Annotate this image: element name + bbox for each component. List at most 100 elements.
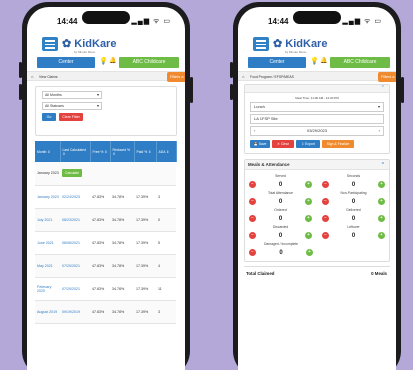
minus-icon[interactable]: − bbox=[249, 198, 256, 205]
breadcrumb: ⌂ View Claims Filters a bbox=[27, 71, 185, 82]
sign-finalize-button[interactable]: Sign & Finalize bbox=[322, 140, 354, 148]
minus-icon[interactable]: − bbox=[249, 215, 256, 222]
cell-month[interactable]: August 2019 bbox=[35, 300, 60, 324]
minus-icon[interactable]: − bbox=[249, 249, 256, 256]
plus-icon[interactable]: + bbox=[305, 181, 312, 188]
center-button[interactable]: Center bbox=[248, 57, 306, 68]
chevron-left-icon[interactable]: ‹ bbox=[254, 127, 255, 135]
cell-free: 47.83% bbox=[90, 277, 110, 301]
table-row: January 2023 02/24/2023 47.83% 34.78% 17… bbox=[35, 185, 176, 209]
status-select[interactable]: All Statuses ▾ bbox=[42, 102, 102, 110]
table-row: August 2019 09/19/2019 47.83% 34.78% 17.… bbox=[35, 300, 176, 324]
save-button[interactable]: 💾 Save bbox=[250, 140, 270, 148]
column-header[interactable]: ADA ⇕ bbox=[156, 141, 177, 162]
column-header[interactable]: Paid % ⇕ bbox=[134, 141, 157, 162]
site-button[interactable]: ABC Childcare bbox=[119, 57, 179, 68]
table-row: February 2020 07/20/2021 47.83% 34.78% 1… bbox=[35, 277, 176, 301]
cell-calculated[interactable]: 08/06/2021 bbox=[60, 231, 90, 255]
cell-paid: 17.39% bbox=[134, 208, 156, 232]
stat-seconds: Seconds −0 + bbox=[322, 174, 385, 189]
power-button bbox=[401, 77, 404, 103]
total-claimed-row: Total Claimed 0 Meals bbox=[244, 266, 390, 278]
month-select[interactable]: All Months ▾ bbox=[42, 91, 102, 99]
minus-icon[interactable]: − bbox=[322, 198, 329, 205]
cell-month[interactable]: July 2021 bbox=[35, 208, 60, 232]
cell-calculated[interactable]: 09/19/2019 bbox=[60, 300, 90, 324]
minus-icon[interactable]: − bbox=[322, 215, 329, 222]
cell-reduced: 34.78% bbox=[110, 208, 134, 232]
stat-served: Served −0 + bbox=[249, 174, 312, 189]
column-header[interactable]: Reduced % ⇕ bbox=[110, 141, 135, 162]
minus-icon[interactable]: − bbox=[249, 181, 256, 188]
plus-icon[interactable]: + bbox=[378, 181, 385, 188]
cell-calculated[interactable]: 07/20/2021 bbox=[60, 254, 90, 278]
home-icon[interactable]: ⌂ bbox=[31, 74, 33, 79]
cell-ada: 0 bbox=[156, 208, 176, 232]
plus-icon[interactable]: + bbox=[305, 198, 312, 205]
cell-month[interactable]: June 2021 bbox=[35, 231, 60, 255]
minus-icon[interactable]: − bbox=[322, 232, 329, 239]
cell-paid: 17.39% bbox=[134, 185, 156, 209]
stat-non-participating: Non-Participating −0 + bbox=[322, 191, 385, 206]
bell-icon[interactable]: 🔔 bbox=[320, 57, 327, 64]
filters-tab[interactable]: Filters a bbox=[167, 72, 185, 82]
section-title: Meals & Attendance bbox=[248, 162, 290, 167]
plus-icon[interactable]: + bbox=[378, 215, 385, 222]
cell-free: 47.83% bbox=[90, 231, 110, 255]
stat-discarded: Discarded −0 + bbox=[249, 225, 312, 240]
screen-left: 14:44 ▂▄▆ ᯤ ▭ ✿ KidKare by Minute Menu Ce… bbox=[27, 7, 185, 370]
column-header[interactable]: Last Calculated ⇕ bbox=[60, 141, 91, 162]
date-value: 03/29/2023 bbox=[306, 128, 328, 133]
minus-icon[interactable]: − bbox=[249, 232, 256, 239]
hamburger-menu-icon[interactable] bbox=[42, 37, 58, 51]
calculate-button[interactable]: Calculate bbox=[62, 169, 83, 178]
date-picker[interactable]: ‹ 03/29/2023 › bbox=[250, 126, 384, 136]
cell-free: 47.83% bbox=[90, 185, 110, 209]
clear-filter-button[interactable]: Clear Filter bbox=[59, 113, 83, 121]
minus-icon[interactable]: − bbox=[322, 181, 329, 188]
cell-month[interactable]: January 2023 bbox=[35, 185, 60, 209]
chevron-up-icon[interactable]: ⌃ bbox=[381, 160, 385, 170]
plus-icon[interactable]: + bbox=[305, 215, 312, 222]
breadcrumb-current: View Claims bbox=[39, 75, 58, 79]
meal-select[interactable]: Lunch ▾ bbox=[250, 102, 384, 112]
kidkare-logo: ✿ KidKare by Minute Menu bbox=[62, 38, 117, 54]
bulb-icon[interactable]: 💡 bbox=[310, 57, 319, 65]
chevron-up-icon[interactable]: ⌃ bbox=[381, 85, 385, 91]
phone-right: 14:44 ▂▄▆ ᯤ ▭ ✿ KidKare by Minute Menu Ce… bbox=[230, 2, 404, 370]
clear-button[interactable]: ✕ Clear bbox=[272, 140, 294, 148]
center-button[interactable]: Center bbox=[37, 57, 95, 68]
plus-icon[interactable]: + bbox=[305, 232, 312, 239]
plus-icon[interactable]: + bbox=[378, 198, 385, 205]
breadcrumb-current: Food Program / EFSP/MEAS bbox=[250, 75, 294, 79]
context-bar: Center 💡 🔔 ABC Childcare bbox=[238, 57, 396, 71]
cell-ada: 3 bbox=[156, 185, 176, 209]
site-button[interactable]: ABC Childcare bbox=[330, 57, 390, 68]
plus-icon[interactable]: + bbox=[378, 232, 385, 239]
cell-month[interactable]: May 2021 bbox=[35, 254, 60, 278]
filters-tab[interactable]: Filters a bbox=[378, 72, 396, 82]
chevron-down-icon: ▾ bbox=[96, 92, 99, 97]
cell-calculated[interactable]: 02/24/2023 bbox=[60, 185, 90, 209]
cell-calculated[interactable]: 07/20/2021 bbox=[60, 277, 90, 301]
hamburger-menu-icon[interactable] bbox=[253, 37, 269, 51]
chevron-right-icon[interactable]: › bbox=[379, 127, 380, 135]
screen-right: 14:44 ▂▄▆ ᯤ ▭ ✿ KidKare by Minute Menu Ce… bbox=[238, 7, 396, 370]
go-button[interactable]: Go bbox=[42, 113, 56, 121]
column-header[interactable]: Free % ⇕ bbox=[90, 141, 111, 162]
cell-reduced: 34.78% bbox=[110, 277, 134, 301]
power-button bbox=[190, 77, 193, 103]
column-header[interactable]: Month ⇕ bbox=[35, 141, 61, 162]
meal-field[interactable]: LA 1FSP Site bbox=[250, 114, 384, 124]
plus-icon[interactable]: + bbox=[306, 249, 313, 256]
bell-icon[interactable]: 🔔 bbox=[109, 57, 116, 64]
export-button[interactable]: ⇩ Export bbox=[296, 140, 320, 148]
cell-free: 47.83% bbox=[90, 300, 110, 324]
cell-paid: 17.39% bbox=[134, 300, 156, 324]
cell-month: January 2023 bbox=[35, 162, 60, 186]
bulb-icon[interactable]: 💡 bbox=[99, 57, 108, 65]
home-icon[interactable]: ⌂ bbox=[242, 74, 244, 79]
cell-month[interactable]: February 2020 bbox=[35, 277, 60, 301]
cell-calculated[interactable]: 08/23/2021 bbox=[60, 208, 90, 232]
status-icons: ▂▄▆ ᯤ ▭ bbox=[342, 18, 382, 25]
